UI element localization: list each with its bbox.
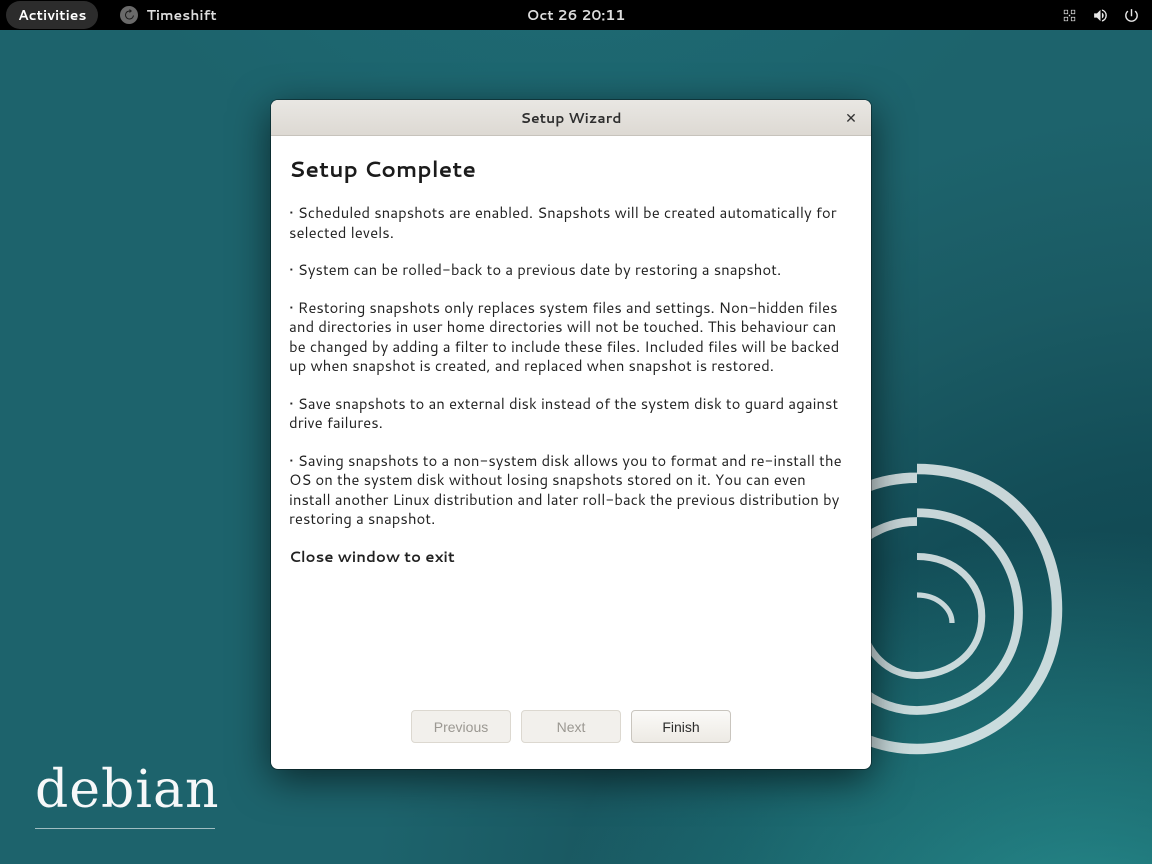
info-bullet: • System can be rolled-back to a previou… bbox=[289, 260, 843, 280]
info-bullet: • Save snapshots to an external disk ins… bbox=[289, 394, 843, 433]
window-titlebar[interactable]: Setup Wizard ✕ bbox=[271, 100, 871, 136]
setup-wizard-window: Setup Wizard ✕ Setup Complete • Schedule… bbox=[271, 100, 871, 769]
window-title: Setup Wizard bbox=[521, 108, 622, 128]
debian-wordmark: debian bbox=[35, 760, 219, 829]
volume-icon[interactable] bbox=[1092, 7, 1109, 24]
wizard-page: Setup Complete • Scheduled snapshots are… bbox=[271, 136, 871, 769]
wizard-actions: Previous Next Finish bbox=[289, 696, 853, 761]
desktop: debian Activities Timeshift Oct 26 20:11… bbox=[0, 0, 1152, 864]
app-menu[interactable]: Timeshift bbox=[120, 5, 216, 25]
info-bullet: • Restoring snapshots only replaces syst… bbox=[289, 298, 843, 376]
timeshift-icon bbox=[120, 6, 138, 24]
close-icon[interactable]: ✕ bbox=[841, 108, 861, 128]
wizard-body: • Scheduled snapshots are enabled. Snaps… bbox=[289, 203, 853, 696]
previous-button: Previous bbox=[411, 710, 511, 743]
activities-button[interactable]: Activities bbox=[6, 1, 98, 29]
power-icon[interactable] bbox=[1123, 7, 1140, 24]
info-bullet: • Saving snapshots to a non-system disk … bbox=[289, 451, 843, 529]
network-icon[interactable] bbox=[1061, 7, 1078, 24]
next-button: Next bbox=[521, 710, 621, 743]
close-hint: Close window to exit bbox=[289, 547, 843, 567]
app-menu-label: Timeshift bbox=[146, 5, 216, 25]
clock[interactable]: Oct 26 20:11 bbox=[527, 5, 626, 25]
page-heading: Setup Complete bbox=[289, 154, 853, 185]
gnome-top-panel: Activities Timeshift Oct 26 20:11 bbox=[0, 0, 1152, 30]
info-bullet: • Scheduled snapshots are enabled. Snaps… bbox=[289, 203, 843, 242]
finish-button[interactable]: Finish bbox=[631, 710, 731, 743]
system-tray bbox=[1061, 7, 1152, 24]
